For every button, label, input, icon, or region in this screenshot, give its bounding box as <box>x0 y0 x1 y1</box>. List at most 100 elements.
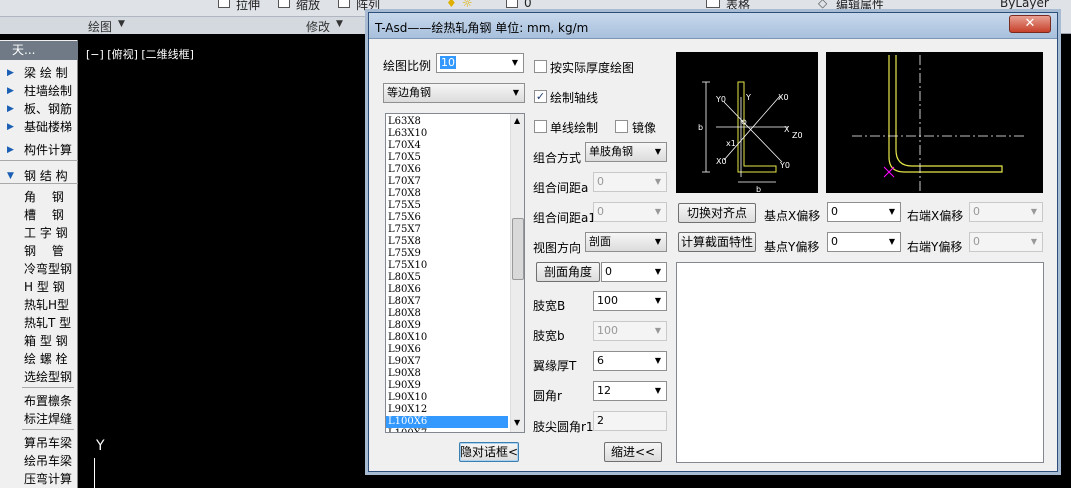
palette-item[interactable]: 钢 管 <box>0 242 78 260</box>
palette-item[interactable]: 角 钢 <box>0 188 78 206</box>
mirror-checkbox[interactable] <box>615 120 628 133</box>
ribbon-modify-label[interactable]: 修改 <box>306 18 330 35</box>
palette-item[interactable]: 绘 螺 栓 <box>0 350 78 368</box>
array-icon[interactable] <box>338 0 350 8</box>
list-item[interactable]: L75X7 <box>388 224 508 236</box>
chevron-down-icon[interactable]: ▼ <box>336 19 343 29</box>
shrink-button[interactable]: 缩进<< <box>604 442 662 462</box>
list-item[interactable]: L90X10 <box>388 392 508 404</box>
list-item[interactable]: L75X5 <box>388 200 508 212</box>
angle-type-combo[interactable]: 等边角钢 ▼ <box>383 83 525 103</box>
list-item[interactable]: L70X6 <box>388 164 508 176</box>
section-properties-output[interactable] <box>676 262 1044 463</box>
list-item[interactable]: L80X5 <box>388 272 508 284</box>
list-item-selected[interactable]: L100X6 <box>386 416 508 428</box>
switch-align-button[interactable]: 切换对齐点 <box>678 203 756 223</box>
chevron-down-icon[interactable]: ▼ <box>118 19 125 29</box>
base-x-combo[interactable]: 0 ▼ <box>827 202 901 222</box>
list-item[interactable]: L90X8 <box>388 368 508 380</box>
palette-item[interactable]: 布置檩条 <box>0 392 78 410</box>
section-listbox[interactable]: L63X8 L63X10 L70X4 L70X5 L70X6 L70X7 L70X8 L75X… <box>385 113 525 433</box>
gap-a-combo[interactable]: 0 ▼ <box>593 172 667 192</box>
list-item[interactable]: L75X9 <box>388 248 508 260</box>
list-item[interactable]: L90X12 <box>388 404 508 416</box>
list-item[interactable]: L70X7 <box>388 176 508 188</box>
palette-header[interactable]: 天... <box>0 41 78 60</box>
dialog-titlebar[interactable]: T-Asd——绘热轧角钢 单位: mm, kg/m ✕ <box>369 13 1057 39</box>
viewport-label[interactable]: [−] [俯视] [二维线框] <box>86 46 194 62</box>
list-item[interactable]: L70X8 <box>388 188 508 200</box>
tip-radius-field[interactable]: 2 <box>593 411 667 431</box>
thickness-combo[interactable]: 6 ▼ <box>593 351 667 371</box>
palette-item[interactable]: H 型 钢 <box>0 278 78 296</box>
layer-color-icon[interactable] <box>506 0 518 8</box>
list-item[interactable]: L90X9 <box>388 380 508 392</box>
palette-item[interactable]: 标注焊缝 <box>0 410 78 428</box>
mirror-label[interactable]: 镜像 <box>632 119 656 136</box>
list-item[interactable]: L70X4 <box>388 140 508 152</box>
list-item[interactable]: L80X8 <box>388 308 508 320</box>
palette-item[interactable]: 算吊车梁 <box>0 434 78 452</box>
lightbulb-icon[interactable]: ♦ <box>446 0 457 10</box>
palette-item[interactable]: 绘吊车梁 <box>0 452 78 470</box>
list-item[interactable]: L90X7 <box>388 356 508 368</box>
right-x-combo[interactable]: 0 ▼ <box>969 202 1043 222</box>
base-y-combo[interactable]: 0 ▼ <box>827 232 901 252</box>
close-button[interactable]: ✕ <box>1009 15 1051 33</box>
ribbon-draw-label[interactable]: 绘图 <box>88 18 112 35</box>
list-item[interactable]: L100X7 <box>388 428 508 432</box>
list-item[interactable]: L75X10 <box>388 260 508 272</box>
palette-item[interactable]: ▶ 基础楼梯 <box>0 118 78 136</box>
list-item[interactable]: L63X8 <box>388 116 508 128</box>
sun-icon[interactable]: ☼ <box>462 0 473 10</box>
scale-icon[interactable] <box>278 0 290 8</box>
width-B-combo[interactable]: 100 ▼ <box>593 291 667 311</box>
palette-item[interactable]: ▶ 梁 绘 制 <box>0 64 78 82</box>
palette-item[interactable]: ▶ 板、钢筋 <box>0 100 78 118</box>
list-item[interactable]: L75X6 <box>388 212 508 224</box>
list-item[interactable]: L80X7 <box>388 296 508 308</box>
single-line-label[interactable]: 单线绘制 <box>550 119 598 136</box>
draw-axis-label[interactable]: 绘制轴线 <box>550 89 598 106</box>
bylayer-value[interactable]: ByLayer <box>1000 0 1049 10</box>
view-dir-combo[interactable]: 剖面 ▼ <box>585 232 667 252</box>
table-icon[interactable] <box>706 0 720 8</box>
section-angle-button[interactable]: 剖面角度 <box>536 262 600 282</box>
palette-item[interactable]: ▶ 构件计算 <box>0 141 78 159</box>
section-angle-combo[interactable]: 0 ▼ <box>601 262 667 282</box>
list-item[interactable]: L63X10 <box>388 128 508 140</box>
stretch-icon[interactable] <box>218 0 230 8</box>
calc-section-button[interactable]: 计算截面特性 <box>678 232 756 252</box>
draw-axis-checkbox[interactable]: ✓ <box>534 90 547 103</box>
scroll-thumb[interactable] <box>512 218 524 280</box>
palette-item[interactable]: 热轧H型 <box>0 296 78 314</box>
list-item[interactable]: L80X10 <box>388 332 508 344</box>
width-b-combo[interactable]: 100 ▼ <box>593 321 667 341</box>
list-item[interactable]: L90X6 <box>388 344 508 356</box>
palette-item[interactable]: 压弯计算 <box>0 470 78 488</box>
actual-thickness-checkbox[interactable] <box>534 60 547 73</box>
actual-thickness-label[interactable]: 按实际厚度绘图 <box>550 59 634 76</box>
palette-item[interactable]: 工 字 钢 <box>0 224 78 242</box>
list-item[interactable]: L75X8 <box>388 236 508 248</box>
scale-button[interactable]: 缩放 <box>296 0 320 13</box>
palette-item[interactable]: ▶ 柱墙绘制 <box>0 82 78 100</box>
right-y-combo[interactable]: 0 ▼ <box>969 232 1043 252</box>
palette-item[interactable]: 热轧T 型 <box>0 314 78 332</box>
scroll-up-icon[interactable]: ▲ <box>514 116 520 125</box>
combo-mode-combo[interactable]: 单肢角钢 ▼ <box>585 142 667 162</box>
scale-combo[interactable]: 10 ▼ <box>436 53 524 73</box>
hide-dialog-button[interactable]: 隐对话框< <box>459 442 519 462</box>
layer-value[interactable]: 0 <box>524 0 532 10</box>
list-item[interactable]: L80X9 <box>388 320 508 332</box>
palette-item[interactable]: 箱 型 钢 <box>0 332 78 350</box>
list-item[interactable]: L70X5 <box>388 152 508 164</box>
stretch-button[interactable]: 拉伸 <box>236 0 260 13</box>
radius-combo[interactable]: 12 ▼ <box>593 381 667 401</box>
edit-attr-icon[interactable]: ◇ <box>818 0 827 10</box>
palette-item[interactable]: 选绘型钢 <box>0 368 78 386</box>
list-scrollbar[interactable]: ▲ ▼ <box>510 114 524 432</box>
scroll-down-icon[interactable]: ▼ <box>514 418 520 427</box>
palette-item[interactable]: 槽 钢 <box>0 206 78 224</box>
palette-item[interactable]: 冷弯型钢 <box>0 260 78 278</box>
